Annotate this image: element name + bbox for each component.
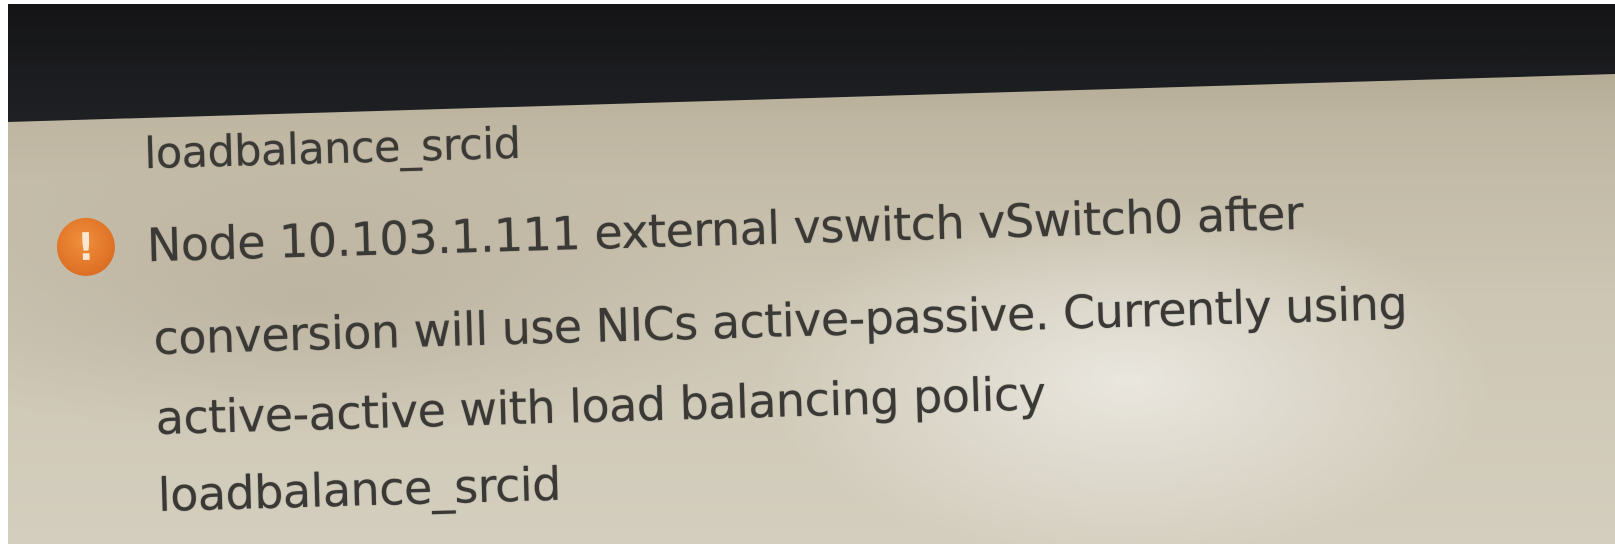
alert-message-line-4: loadbalance_srcid	[157, 456, 562, 522]
alert-message-line-2: conversion will use NICs active-passive.…	[152, 276, 1408, 366]
warning-icon: !	[56, 217, 116, 277]
alert-message-line-3: active-active with load balancing policy	[154, 366, 1047, 446]
alert-list: loadbalance_srcid ! Node 10.103.1.111 ex…	[8, 0, 1615, 544]
previous-alert-trailing-line: loadbalance_srcid	[143, 118, 522, 180]
screen: loadbalance_srcid ! Node 10.103.1.111 ex…	[0, 0, 1615, 544]
alert-message-line-1: Node 10.103.1.111 external vswitch vSwit…	[146, 185, 1304, 273]
